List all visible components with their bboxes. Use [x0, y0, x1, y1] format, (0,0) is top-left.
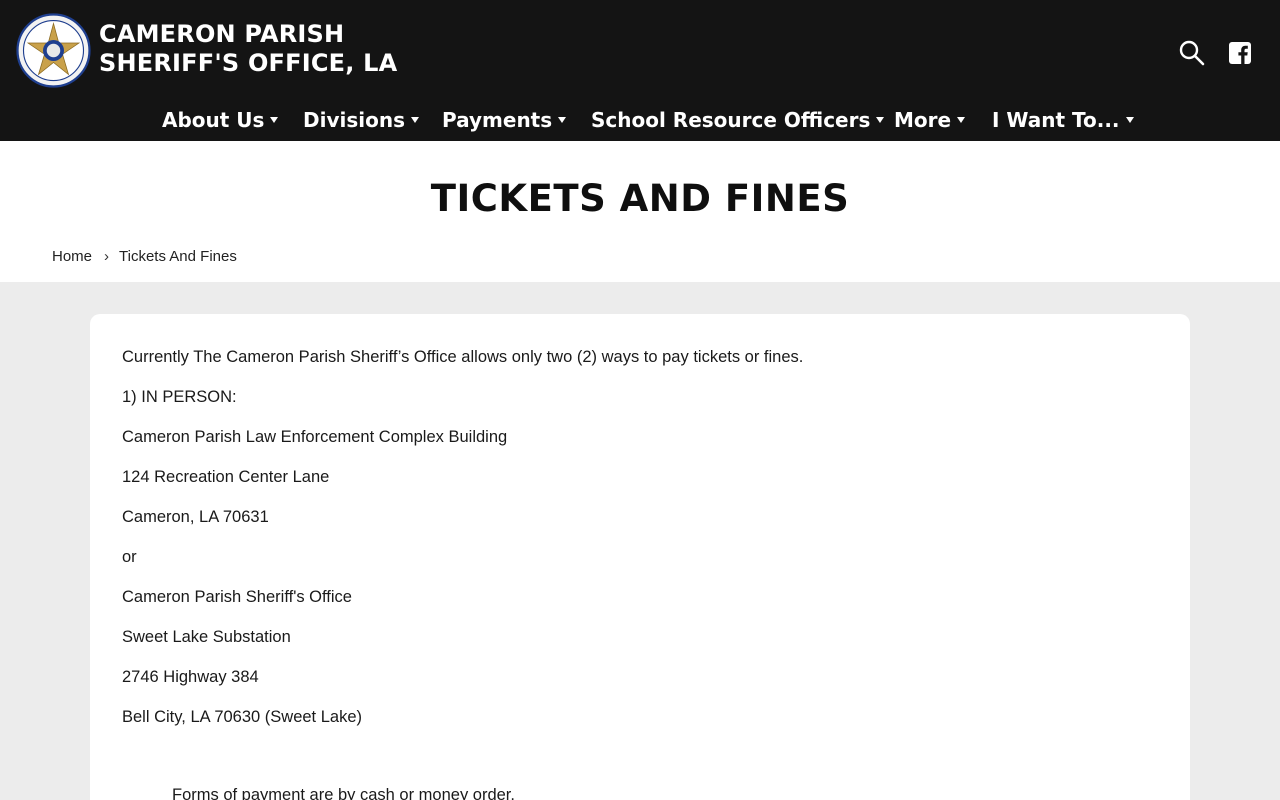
content-paragraph: 124 Recreation Center Lane — [122, 468, 330, 486]
caret-down-icon — [957, 116, 966, 123]
caret-down-icon — [1125, 116, 1134, 123]
breadcrumb-home-link[interactable]: Home — [52, 248, 92, 265]
payment-forms-note: Forms of payment are by cash or money or… — [172, 786, 515, 800]
caret-down-icon — [411, 116, 419, 123]
content-paragraph: Currently The Cameron Parish Sheriff’s O… — [122, 348, 804, 366]
content-paragraph: Bell City, LA 70630 (Sweet Lake) — [122, 708, 362, 726]
nav-item-payments[interactable]: Payments — [442, 106, 567, 134]
content-card: Currently The Cameron Parish Sheriff’s O… — [90, 314, 1190, 800]
facebook-icon[interactable] — [1228, 41, 1252, 65]
nav-label: More — [894, 108, 952, 132]
breadcrumb: Home › Tickets And Fines — [52, 247, 237, 267]
content-paragraph: 2746 Highway 384 — [122, 668, 259, 686]
site-name[interactable]: CAMERON PARISH SHERIFF'S OFFICE, LA — [99, 20, 397, 78]
breadcrumb-current: Tickets And Fines — [119, 248, 237, 265]
search-icon[interactable] — [1178, 39, 1206, 67]
content-paragraph: Cameron Parish Law Enforcement Complex B… — [122, 428, 508, 446]
nav-label: Divisions — [303, 108, 405, 132]
breadcrumb-separator-icon: › — [104, 248, 110, 265]
content-paragraph: Sweet Lake Substation — [122, 628, 291, 646]
page-title-band: TICKETS AND FINES Home › Tickets And Fines — [0, 141, 1280, 282]
site-header: CAMERON PARISH SHERIFF'S OFFICE, LA Abou… — [0, 0, 1280, 141]
content-paragraph: 1) IN PERSON: — [122, 388, 237, 406]
site-name-line1: CAMERON PARISH — [99, 20, 345, 48]
site-name-line2: SHERIFF'S OFFICE, LA — [99, 49, 398, 77]
content-paragraph: Cameron Parish Sheriff's Office — [122, 588, 352, 606]
nav-item-more[interactable]: More — [894, 106, 966, 134]
nav-label: I Want To... — [992, 108, 1120, 132]
content-paragraph: Cameron, LA 70631 — [122, 508, 269, 526]
main-nav: About Us Divisions Payments School Resou… — [0, 100, 1280, 140]
caret-down-icon — [270, 116, 279, 123]
caret-down-icon — [558, 116, 567, 123]
content-paragraph: or — [122, 548, 137, 566]
nav-label: School Resource Officers — [591, 108, 871, 132]
nav-item-about-us[interactable]: About Us — [162, 106, 279, 134]
nav-item-i-want-to[interactable]: I Want To... — [992, 106, 1134, 134]
page-title: TICKETS AND FINES — [430, 177, 850, 220]
nav-label: Payments — [442, 108, 553, 132]
sheriff-badge-logo-icon[interactable] — [16, 13, 91, 88]
nav-label: About Us — [162, 108, 265, 132]
nav-item-divisions[interactable]: Divisions — [303, 106, 419, 134]
nav-item-school-resource-officers[interactable]: School Resource Officers — [591, 106, 885, 134]
caret-down-icon — [876, 116, 885, 123]
